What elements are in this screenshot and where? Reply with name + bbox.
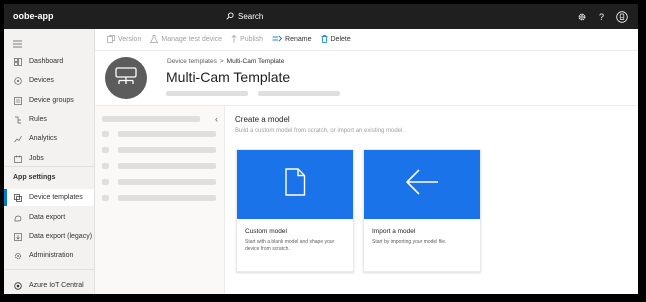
sidebar-item-rules[interactable]: Rules	[4, 111, 94, 128]
manage-test-device-button[interactable]: Manage test device	[150, 34, 223, 45]
loading-placeholder	[258, 91, 340, 96]
create-model-area: Create a model Build a custom model from…	[225, 105, 638, 294]
custom-model-card[interactable]: Custom model Start with a blank model an…	[236, 149, 354, 272]
arrow-left-icon	[405, 169, 439, 200]
data-export-icon	[13, 213, 22, 222]
sidebar-item-label: Dashboard	[29, 58, 64, 65]
publish-button[interactable]: Publish	[231, 34, 264, 45]
card-hero	[364, 150, 480, 219]
card-title: Custom model	[245, 228, 287, 235]
sidebar-item-dashboard[interactable]: Dashboard	[4, 53, 94, 70]
account-icon[interactable]	[615, 10, 628, 23]
loading-placeholder	[102, 195, 109, 201]
search-box[interactable]: Search	[226, 9, 263, 24]
blank-document-icon	[284, 168, 306, 201]
card-description: Start by importing your model file.	[372, 239, 447, 245]
sidebar-item-label: Device templates	[29, 194, 83, 201]
app-name[interactable]: oobe-app	[13, 11, 54, 21]
breadcrumb-current: Multi-Cam Template	[226, 58, 285, 65]
sidebar-item-label: Data export	[29, 214, 66, 221]
loading-placeholder	[102, 179, 109, 185]
search-icon	[226, 11, 234, 22]
devices-icon	[13, 76, 22, 85]
iot-central-icon	[13, 281, 22, 290]
sidebar-item-data-export-legacy[interactable]: Data export (legacy)	[4, 228, 94, 245]
trash-icon	[321, 34, 328, 45]
nav-section-app-settings: App settings	[13, 174, 56, 181]
nav-divider	[4, 166, 94, 167]
jobs-icon	[13, 154, 22, 163]
page-title: Multi-Cam Template	[166, 69, 291, 85]
rename-button[interactable]: Rename	[272, 35, 312, 44]
collapse-panel-icon[interactable]: ‹	[215, 114, 218, 124]
sidebar-item-devices[interactable]: Devices	[4, 72, 94, 89]
left-nav: Dashboard Devices Device groups Rules An…	[4, 29, 95, 294]
template-avatar	[105, 57, 147, 99]
data-export-legacy-icon	[13, 232, 22, 241]
delete-label: Delete	[330, 36, 351, 43]
administration-icon	[13, 251, 22, 260]
settings-icon[interactable]	[575, 10, 588, 23]
search-label: Search	[238, 12, 264, 21]
manage-test-device-label: Manage test device	[161, 36, 223, 43]
publish-label: Publish	[240, 36, 264, 43]
top-bar: oobe-app Search ?	[4, 4, 638, 29]
delete-button[interactable]: Delete	[321, 34, 351, 45]
breadcrumb: Device templates > Multi-Cam Template	[167, 58, 284, 65]
sidebar-item-label: Device groups	[29, 97, 74, 104]
sidebar-item-label: Devices	[29, 77, 54, 84]
sidebar-item-device-groups[interactable]: Device groups	[4, 92, 94, 109]
rename-icon	[272, 35, 283, 44]
sidebar-item-label: Jobs	[29, 155, 44, 162]
loading-placeholder	[102, 163, 109, 169]
version-label: Version	[118, 36, 142, 43]
device-template-icon	[115, 66, 137, 90]
publish-icon	[231, 34, 237, 45]
sidebar-item-jobs[interactable]: Jobs	[4, 150, 94, 167]
sidebar-item-analytics[interactable]: Analytics	[4, 130, 94, 147]
create-model-title: Create a model	[235, 115, 290, 124]
sidebar-item-label: Azure IoT Central	[29, 282, 84, 289]
breadcrumb-separator: >	[219, 58, 224, 65]
card-hero	[237, 150, 353, 219]
sidebar-item-azure-iot-central[interactable]: Azure IoT Central	[4, 277, 94, 294]
nav-divider	[4, 269, 94, 270]
card-title: Import a model	[372, 228, 416, 235]
app-window: oobe-app Search ? Dashboard Devices Devi…	[4, 4, 638, 294]
hamburger-menu-icon[interactable]	[13, 35, 22, 53]
sidebar-item-label: Data export (legacy)	[29, 233, 93, 240]
version-icon	[107, 34, 115, 45]
analytics-icon	[13, 134, 22, 143]
loading-placeholder	[118, 195, 216, 201]
breadcrumb-device-templates[interactable]: Device templates	[167, 58, 217, 65]
version-button[interactable]: Version	[107, 34, 142, 45]
sidebar-item-device-templates[interactable]: Device templates	[4, 189, 94, 206]
device-groups-icon	[13, 96, 22, 105]
loading-placeholder	[102, 147, 109, 153]
sidebar-item-data-export[interactable]: Data export	[4, 209, 94, 226]
sidebar-item-administration[interactable]: Administration	[4, 247, 94, 264]
card-description: Start with a blank model and shape your …	[245, 239, 335, 252]
sidebar-item-label: Analytics	[29, 135, 58, 142]
create-model-subtitle: Build a custom model from scratch, or im…	[235, 128, 405, 134]
loading-placeholder	[118, 131, 216, 137]
model-tree-panel: ‹	[95, 105, 225, 294]
rules-icon	[13, 115, 22, 124]
sidebar-item-label: Administration	[29, 252, 74, 259]
loading-placeholder	[102, 131, 109, 137]
loading-placeholder	[102, 116, 200, 122]
loading-placeholder	[118, 163, 216, 169]
device-templates-icon	[13, 193, 22, 202]
test-device-icon	[150, 34, 159, 45]
loading-placeholder	[118, 147, 216, 153]
loading-placeholder	[166, 91, 248, 96]
dashboard-icon	[13, 57, 22, 66]
rename-label: Rename	[285, 36, 312, 43]
loading-placeholder	[118, 179, 216, 185]
command-bar: Version Manage test device Publish Renam…	[95, 29, 638, 51]
import-model-card[interactable]: Import a model Start by importing your m…	[363, 149, 481, 272]
help-icon[interactable]: ?	[595, 10, 608, 23]
sidebar-item-label: Rules	[29, 116, 47, 123]
